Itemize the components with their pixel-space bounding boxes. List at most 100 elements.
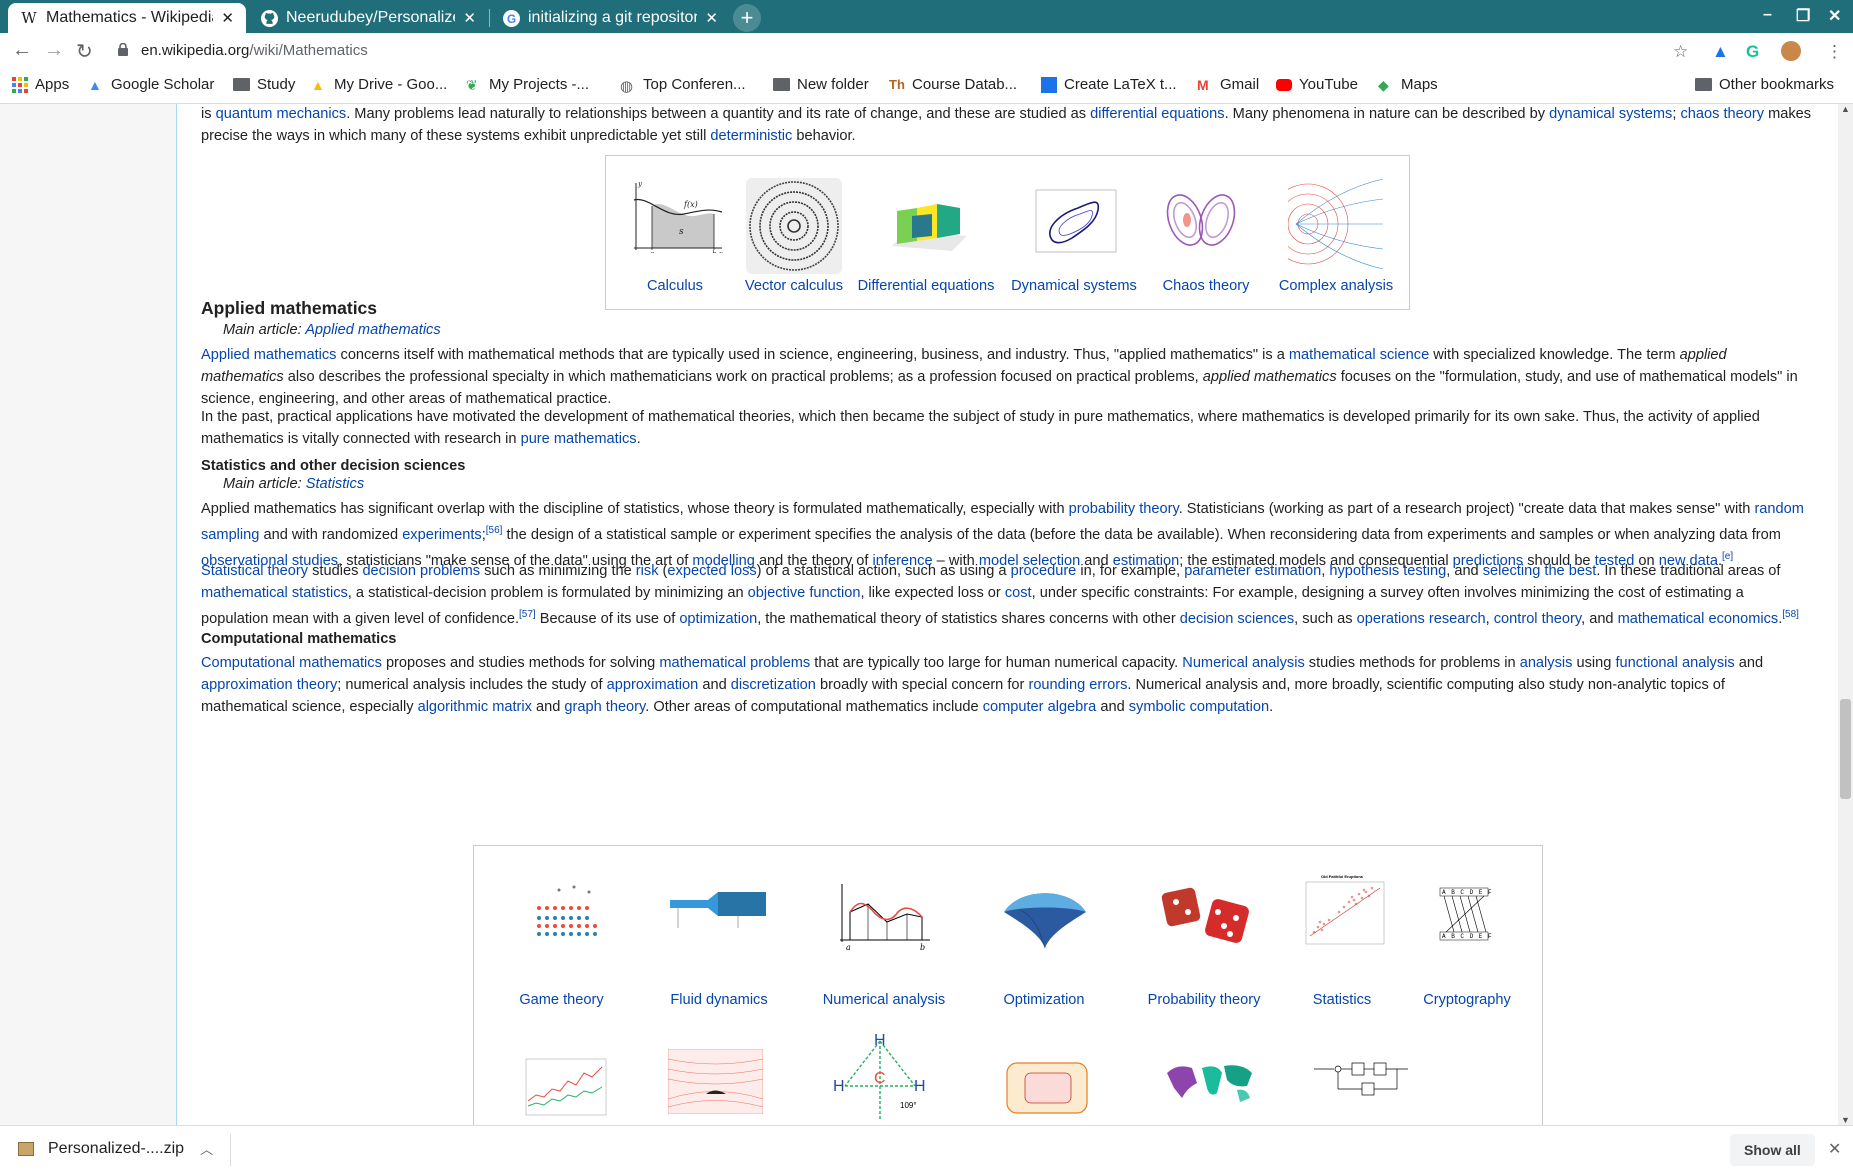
bookmark-my-projects[interactable]: ❦ My Projects -... bbox=[466, 76, 589, 93]
restore-icon[interactable]: ❐ bbox=[1796, 6, 1810, 26]
citation[interactable]: [57] bbox=[519, 609, 536, 620]
scroll-down-icon[interactable]: ▼ bbox=[1841, 1115, 1850, 1125]
link[interactable]: Applied mathematics bbox=[201, 347, 336, 363]
link[interactable]: approximation bbox=[607, 677, 699, 693]
link[interactable]: approximation theory bbox=[201, 677, 337, 693]
scroll-up-icon[interactable]: ▲ bbox=[1841, 104, 1850, 114]
vector-field-image[interactable] bbox=[744, 176, 844, 276]
bookmark-apps[interactable]: Apps bbox=[12, 76, 69, 93]
address-bar[interactable]: en.wikipedia.org/wiki/Mathematics bbox=[141, 42, 368, 59]
link[interactable]: probability theory bbox=[1069, 501, 1179, 517]
bookmark-gmail[interactable]: M Gmail bbox=[1197, 76, 1259, 93]
link[interactable]: selecting the best bbox=[1483, 563, 1597, 579]
close-icon[interactable]: ✕ bbox=[705, 9, 718, 27]
bookmark-youtube[interactable]: YouTube bbox=[1276, 76, 1358, 93]
link[interactable]: computer algebra bbox=[983, 699, 1097, 715]
back-icon[interactable]: ← bbox=[12, 39, 32, 62]
numerical-analysis-image[interactable]: a b bbox=[832, 882, 932, 952]
link[interactable]: discretization bbox=[731, 677, 816, 693]
scrollbar-thumb[interactable] bbox=[1840, 699, 1851, 799]
gallery-caption-link[interactable]: Optimization bbox=[964, 989, 1124, 1011]
link[interactable]: pure mathematics bbox=[521, 431, 637, 447]
gallery-caption-link[interactable]: Fluid dynamics bbox=[634, 989, 804, 1011]
grammarly-icon[interactable]: G bbox=[1746, 42, 1759, 62]
reload-icon[interactable]: ↻ bbox=[76, 39, 93, 64]
optimization-image[interactable] bbox=[1000, 882, 1090, 954]
download-item[interactable]: Personalized-....zip ︿ bbox=[18, 1139, 213, 1158]
link[interactable]: rounding errors bbox=[1028, 677, 1127, 693]
link[interactable]: parameter estimation bbox=[1184, 563, 1321, 579]
link[interactable]: chaos theory bbox=[1680, 106, 1764, 122]
window-close-icon[interactable]: ✕ bbox=[1828, 6, 1841, 26]
aerodynamics-image[interactable] bbox=[668, 1049, 763, 1114]
cryptography-image[interactable]: A B C D E F A B C D E F bbox=[1414, 886, 1519, 946]
bookmark-course-database[interactable]: Th Course Datab... bbox=[889, 76, 1017, 93]
game-theory-image[interactable] bbox=[514, 882, 614, 942]
bookmark-google-scholar[interactable]: ▲ Google Scholar bbox=[88, 76, 214, 93]
link[interactable]: symbolic computation bbox=[1129, 699, 1269, 715]
page-scrollbar[interactable]: ▲ ▼ bbox=[1838, 104, 1853, 1125]
gallery-caption-link[interactable]: Cryptography bbox=[1402, 989, 1532, 1011]
link[interactable]: mathematical statistics bbox=[201, 585, 348, 601]
gallery-caption-link[interactable]: Differential equations bbox=[851, 275, 1001, 297]
tab-wikipedia[interactable]: W Mathematics - Wikipedia ✕ bbox=[8, 3, 246, 33]
world-map-image[interactable] bbox=[1162, 1058, 1257, 1108]
link[interactable]: deterministic bbox=[710, 128, 792, 144]
gallery-caption-link[interactable]: Dynamical systems bbox=[999, 275, 1149, 297]
menu-kebab-icon[interactable]: ⋮ bbox=[1826, 42, 1843, 62]
biology-cell-image[interactable] bbox=[999, 1051, 1094, 1121]
gallery-caption-link[interactable]: Game theory bbox=[474, 989, 649, 1011]
bookmark-maps[interactable]: ◆ Maps bbox=[1378, 76, 1438, 93]
link[interactable]: dynamical systems bbox=[1549, 106, 1672, 122]
link[interactable]: differential equations bbox=[1090, 106, 1224, 122]
probability-dice-image[interactable] bbox=[1158, 882, 1258, 952]
show-all-button[interactable]: Show all bbox=[1730, 1134, 1815, 1166]
link[interactable]: Numerical analysis bbox=[1182, 655, 1304, 671]
chevron-up-icon[interactable]: ︿ bbox=[200, 1139, 213, 1158]
calculus-image[interactable]: f(x) s a b x y bbox=[624, 178, 724, 253]
financial-chart-image[interactable] bbox=[516, 1051, 611, 1121]
link[interactable]: hypothesis testing bbox=[1329, 563, 1446, 579]
link[interactable]: quantum mechanics bbox=[216, 106, 347, 122]
link[interactable]: analysis bbox=[1520, 655, 1573, 671]
tab-github[interactable]: Neerudubey/Personalized ✕ bbox=[248, 3, 488, 33]
bookmark-new-folder[interactable]: New folder bbox=[773, 76, 869, 93]
link[interactable]: procedure bbox=[1011, 563, 1077, 579]
gallery-caption-link[interactable]: Complex analysis bbox=[1266, 275, 1406, 297]
gallery-caption-link[interactable]: Vector calculus bbox=[724, 275, 864, 297]
fluid-dynamics-image[interactable] bbox=[668, 888, 768, 933]
link[interactable]: Computational mathematics bbox=[201, 655, 382, 671]
link[interactable]: Applied mathematics bbox=[305, 322, 440, 338]
link[interactable]: objective function bbox=[748, 585, 861, 601]
link[interactable]: mathematical economics bbox=[1618, 611, 1779, 627]
link[interactable]: graph theory bbox=[564, 699, 645, 715]
bookmark-create-latex[interactable]: Create LaTeX t... bbox=[1041, 76, 1177, 93]
dynamical-systems-image[interactable] bbox=[1030, 184, 1120, 256]
close-icon[interactable]: ✕ bbox=[221, 9, 234, 27]
link[interactable]: Statistics bbox=[306, 476, 364, 492]
gallery-caption-link[interactable]: Probability theory bbox=[1124, 989, 1284, 1011]
citation[interactable]: [56] bbox=[486, 525, 503, 536]
control-theory-diagram-image[interactable] bbox=[1312, 1054, 1412, 1099]
close-icon[interactable]: ✕ bbox=[1828, 1139, 1841, 1159]
new-tab-button[interactable]: + bbox=[733, 4, 761, 32]
complex-analysis-image[interactable] bbox=[1288, 174, 1388, 274]
link[interactable]: mathematical science bbox=[1289, 347, 1429, 363]
gallery-caption-link[interactable]: Numerical analysis bbox=[799, 989, 969, 1011]
bookmark-other[interactable]: Other bookmarks bbox=[1695, 76, 1834, 93]
link[interactable]: cost bbox=[1005, 585, 1032, 601]
link[interactable]: operations research bbox=[1357, 611, 1486, 627]
methane-molecule-image[interactable]: H H H C 109° bbox=[830, 1031, 930, 1125]
bookmark-top-conferences[interactable]: ◍ Top Conferen... bbox=[620, 76, 746, 95]
bookmark-my-drive[interactable]: ▲ My Drive - Goo... bbox=[311, 76, 447, 93]
statistics-scatter-image[interactable]: Old Faithful Eruptions bbox=[1294, 872, 1389, 957]
gallery-caption-link[interactable]: Statistics bbox=[1282, 989, 1402, 1011]
link[interactable]: decision problems bbox=[362, 563, 480, 579]
link[interactable]: optimization bbox=[679, 611, 757, 627]
link[interactable]: decision sciences bbox=[1180, 611, 1294, 627]
link[interactable]: experiments bbox=[402, 527, 482, 543]
extension-scholar-icon[interactable]: ▲ bbox=[1712, 42, 1729, 62]
chaos-theory-image[interactable] bbox=[1161, 186, 1241, 256]
link[interactable]: functional analysis bbox=[1615, 655, 1734, 671]
link[interactable]: risk bbox=[636, 563, 659, 579]
